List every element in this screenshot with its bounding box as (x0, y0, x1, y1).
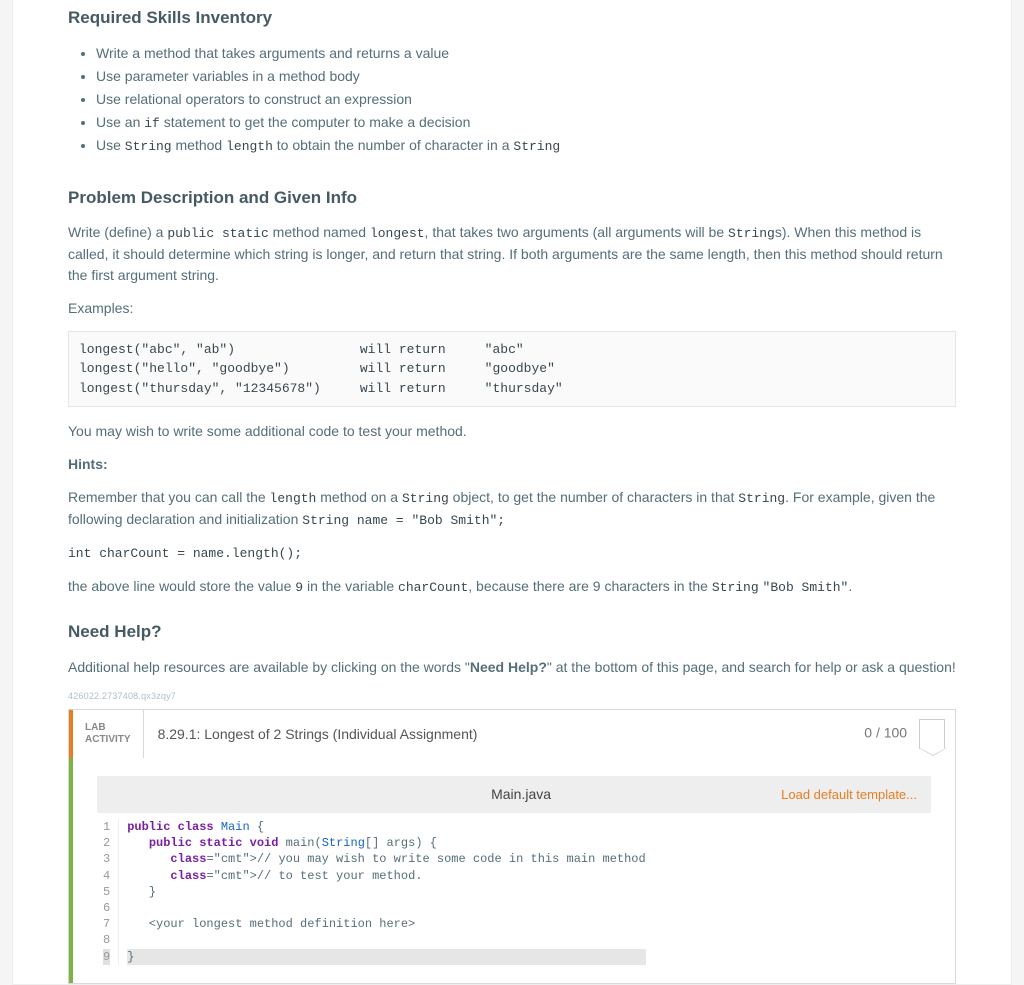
text: the above line would store the value (68, 578, 295, 594)
problem-heading: Problem Description and Given Info (68, 175, 956, 211)
text: method on a (316, 489, 402, 505)
skills-item: Use parameter variables in a method body (96, 66, 956, 87)
code-bobsmith: "Bob Smith" (763, 580, 849, 595)
text: in the variable (303, 578, 398, 594)
load-template-link[interactable]: Load default template... (781, 785, 917, 805)
file-name: Main.java (261, 784, 781, 805)
text: Write (define) a (68, 224, 167, 240)
code-length: length (270, 491, 317, 506)
lab-body: Main.java Load default template... 12345… (69, 758, 955, 983)
code-charcount: charCount (398, 580, 468, 595)
skills-item: Use relational operators to construct an… (96, 89, 956, 110)
skills-list: Write a method that takes arguments and … (68, 43, 956, 157)
text: Additional help resources are available … (68, 659, 470, 675)
text: method named (269, 224, 370, 240)
text: , that takes two arguments (all argument… (425, 224, 728, 240)
text: " at the bottom of this page, and search… (547, 659, 956, 675)
followup-text: You may wish to write some additional co… (68, 421, 956, 442)
trace-id: 426022.2737408.qx3zqy7 (68, 690, 956, 704)
lab-tag-line2: ACTIVITY (85, 734, 131, 745)
hint-paragraph-1: Remember that you can call the length me… (68, 487, 956, 530)
text: . (848, 578, 852, 594)
score-badge-icon (919, 719, 945, 749)
text-bold: Need Help? (470, 659, 547, 675)
skills-item: Use an if statement to get the computer … (96, 112, 956, 134)
lab-tag: LAB ACTIVITY (73, 710, 144, 758)
lab-header: LAB ACTIVITY 8.29.1: Longest of 2 String… (69, 710, 955, 758)
text: Remember that you can call the (68, 489, 270, 505)
code-public-static: public static (167, 226, 268, 241)
lab-activity: LAB ACTIVITY 8.29.1: Longest of 2 String… (68, 709, 956, 984)
code-string: String (738, 491, 785, 506)
examples-block: longest("abc", "ab") will return "abc" l… (68, 331, 956, 408)
lab-tag-line1: LAB (85, 722, 106, 733)
hint-paragraph-2: the above line would store the value 9 i… (68, 576, 956, 598)
document-page: Required Skills Inventory Write a method… (12, 0, 1012, 985)
hint-code-line: int charCount = name.length(); (68, 542, 956, 564)
code-editor[interactable]: 123456789 public class Main { public sta… (97, 813, 931, 965)
lab-title: 8.29.1: Longest of 2 Strings (Individual… (144, 724, 865, 745)
code-string: String (728, 226, 775, 241)
code-longest: longest (370, 226, 425, 241)
code-decl: String name = "Bob Smith"; (302, 513, 505, 528)
code-content[interactable]: public class Main { public static void m… (119, 819, 646, 965)
skills-item: Write a method that takes arguments and … (96, 43, 956, 64)
file-header: Main.java Load default template... (97, 776, 931, 813)
code-string: String (402, 491, 449, 506)
code-9: 9 (295, 580, 303, 595)
lab-score: 0 / 100 (864, 719, 955, 749)
hints-label: Hints: (68, 454, 956, 475)
code-string: String (712, 580, 759, 595)
text: , because there are 9 characters in the (468, 578, 712, 594)
need-help-heading: Need Help? (68, 609, 956, 645)
skills-heading: Required Skills Inventory (68, 0, 956, 31)
examples-label: Examples: (68, 298, 956, 319)
line-gutter: 123456789 (97, 819, 119, 965)
text: object, to get the number of characters … (449, 489, 739, 505)
need-help-text: Additional help resources are available … (68, 657, 956, 678)
skills-item: Use String method length to obtain the n… (96, 135, 956, 157)
problem-intro: Write (define) a public static method na… (68, 222, 956, 286)
